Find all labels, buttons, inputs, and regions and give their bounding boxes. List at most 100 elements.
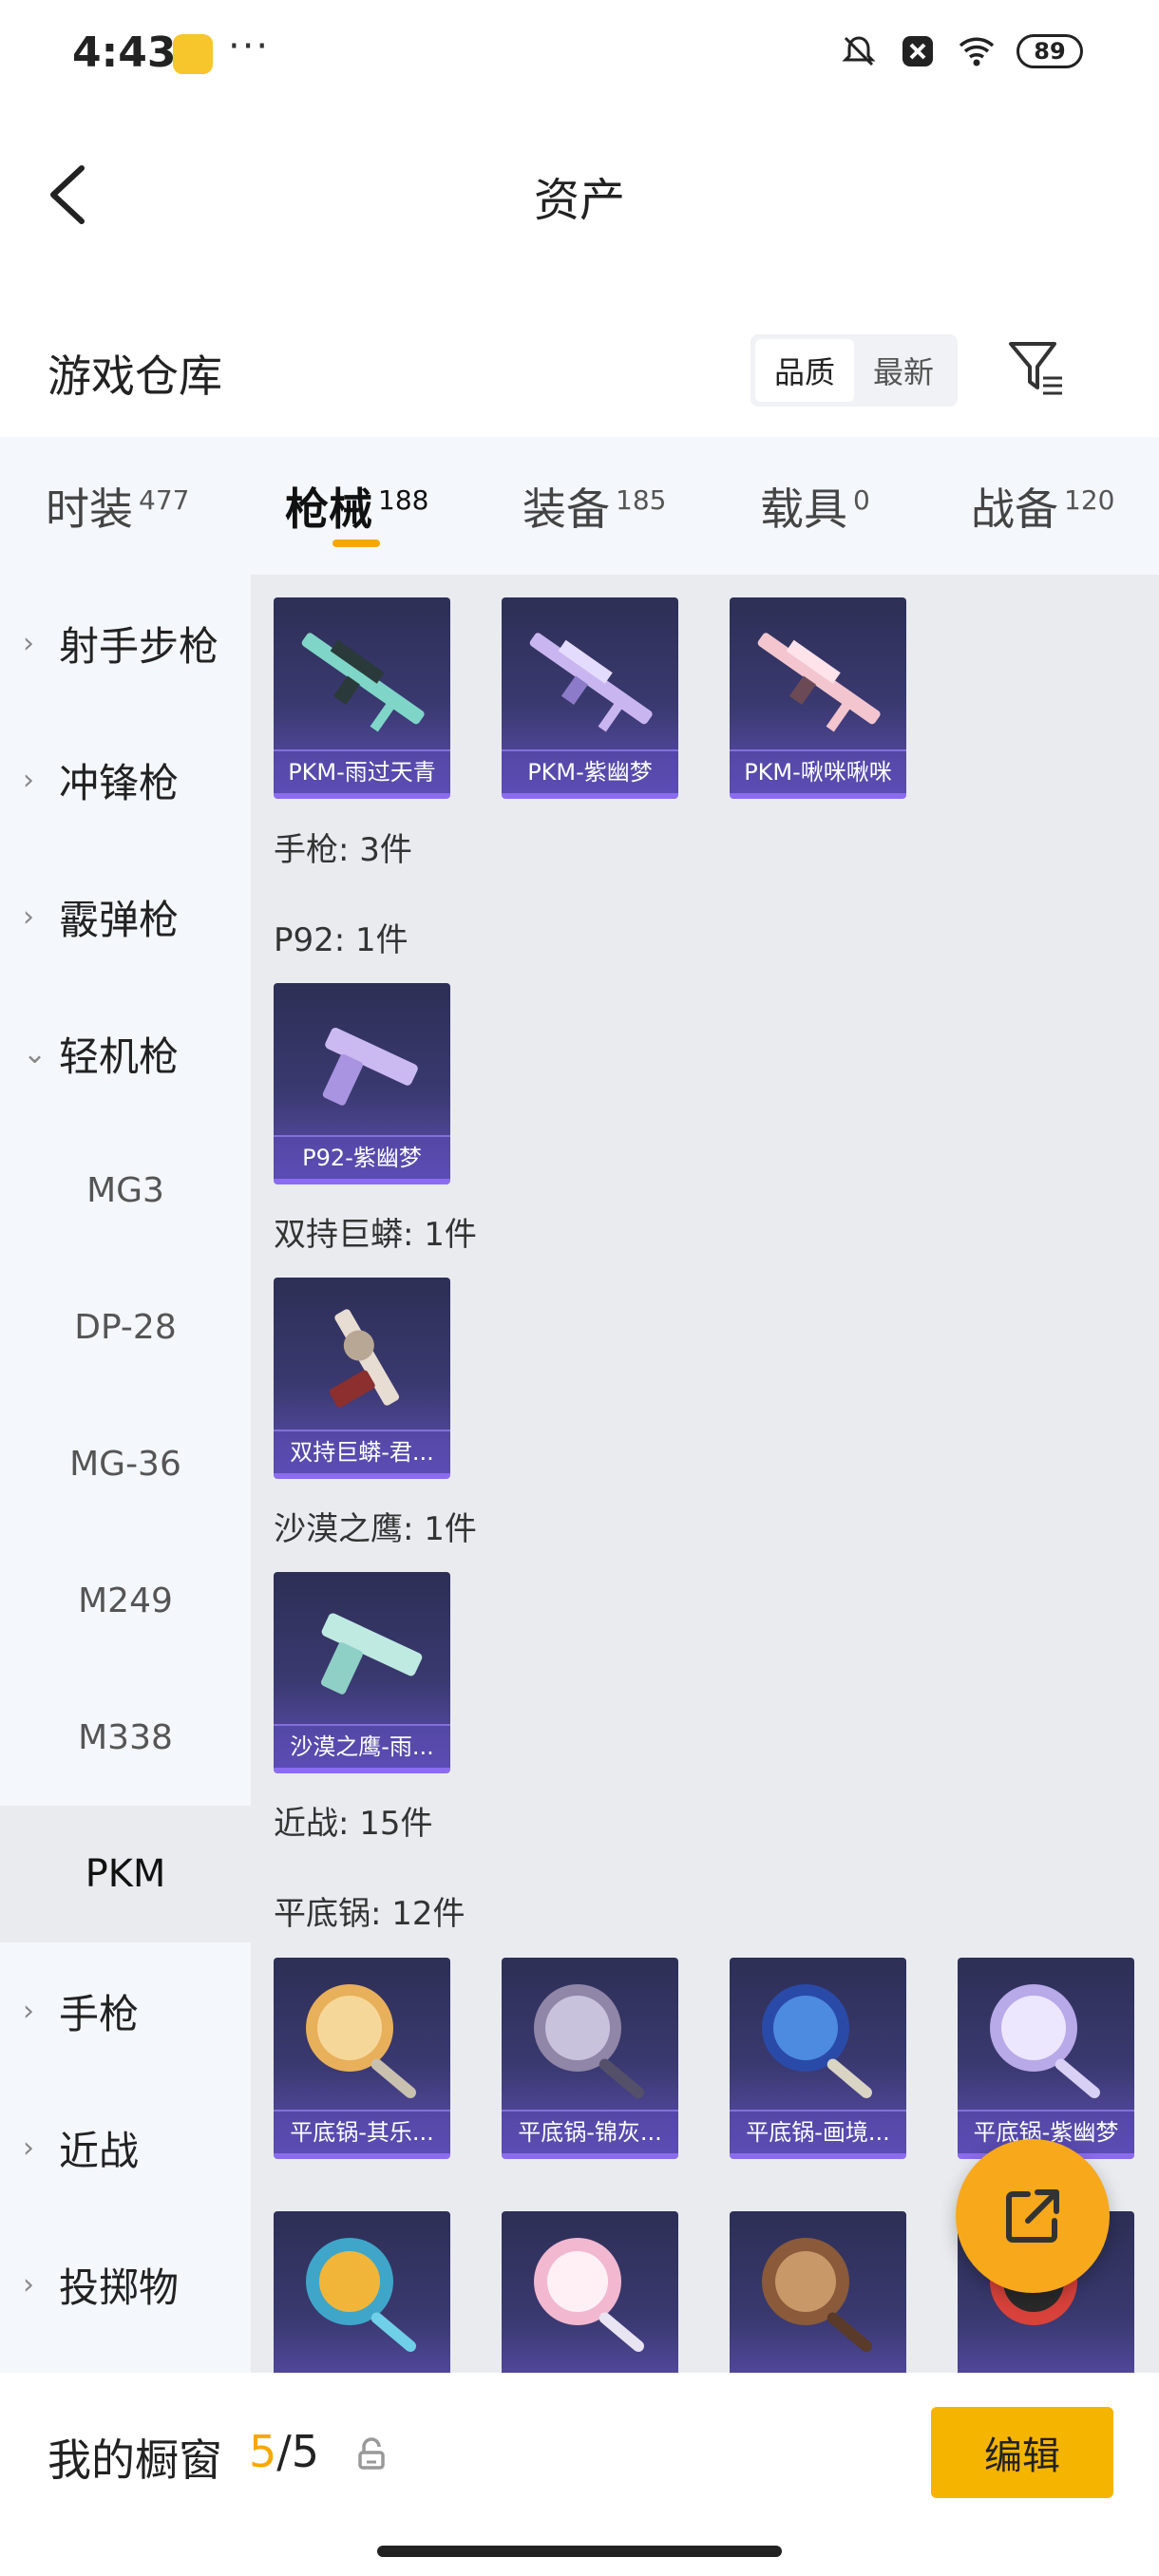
- showcase-used: 5: [249, 2426, 277, 2477]
- app-notification-icon: [173, 34, 213, 74]
- item-card[interactable]: PKM-雨过天青: [274, 597, 450, 799]
- sidebar-item-label: 冲锋枪: [59, 759, 180, 806]
- tab-count: 120: [1064, 484, 1115, 516]
- lock-icon: [358, 2437, 385, 2470]
- mute-icon: [842, 36, 876, 66]
- item-card[interactable]: 平底锅-紫幽梦: [958, 1958, 1134, 2159]
- frying-pan-skin-icon: [534, 2238, 644, 2353]
- status-bar: 4:43 ··· 89: [0, 0, 1159, 109]
- item-card[interactable]: [730, 2211, 906, 2373]
- machine-gun-skin-icon: [757, 633, 881, 732]
- sidebar-item-throwable[interactable]: › 投掷物: [0, 2216, 251, 2353]
- frying-pan-skin-icon: [534, 1984, 644, 2099]
- showcase-separator: /: [276, 2426, 292, 2477]
- showcase-total: 5: [291, 2426, 320, 2477]
- sidebar-item-label: 投掷物: [59, 2263, 180, 2311]
- sidebar-item-smg[interactable]: › 冲锋枪: [0, 711, 251, 848]
- item-name: P92-紫幽梦: [274, 1135, 450, 1179]
- tab-equipment[interactable]: 装备 185: [522, 475, 666, 538]
- sidebar-sub-m338[interactable]: M338: [0, 1669, 251, 1806]
- showcase-bar: 我的橱窗 5/5 编辑: [0, 2373, 1159, 2576]
- item-name: 平底锅-画境...: [730, 2110, 906, 2153]
- filter-icon[interactable]: [1007, 338, 1068, 399]
- sort-quality-button[interactable]: 品质: [755, 339, 854, 402]
- item-card[interactable]: 双持巨蟒-君...: [274, 1278, 450, 1479]
- item-card[interactable]: 平底锅-画境...: [730, 1958, 906, 2159]
- section-label-desert-eagle: 沙漠之鹰: 1件: [274, 1510, 477, 1548]
- item-card[interactable]: 平底锅-其乐...: [274, 1958, 450, 2159]
- item-name: PKM-啾咪啾咪: [730, 749, 906, 793]
- sidebar-item-label: 轻机枪: [59, 1032, 180, 1080]
- item-name: 平底锅-其乐...: [274, 2110, 450, 2153]
- sidebar-sub-mg36[interactable]: MG-36: [0, 1395, 251, 1532]
- sidebar-sub-m249[interactable]: M249: [0, 1532, 251, 1669]
- sidebar-item-label: 霰弹枪: [59, 896, 180, 943]
- sidebar-sub-dp28[interactable]: DP-28: [0, 1259, 251, 1395]
- battery-level: 89: [1034, 38, 1066, 65]
- sidebar-item-pistol[interactable]: › 手枪: [0, 1942, 251, 2079]
- sidebar-item-lmg[interactable]: ⌄ 轻机枪: [0, 985, 251, 1122]
- more-notifications-icon: ···: [228, 25, 271, 68]
- sidebar-item-label: 手枪: [59, 1990, 140, 2037]
- status-icons: 89: [840, 32, 1083, 70]
- section-label-dual-python: 双持巨蟒: 1件: [274, 1216, 477, 1254]
- warehouse-row: 游戏仓库 品质 最新: [0, 304, 1159, 437]
- share-fab-button[interactable]: [956, 2139, 1110, 2293]
- chevron-right-icon: ›: [23, 2267, 34, 2301]
- status-time: 4:43: [72, 28, 177, 77]
- sim-off-icon: [902, 36, 933, 66]
- item-card[interactable]: [274, 2211, 450, 2373]
- item-card[interactable]: PKM-紫幽梦: [502, 597, 678, 799]
- sidebar-sub-mg3[interactable]: MG3: [0, 1122, 251, 1259]
- wifi-icon: [959, 37, 995, 66]
- item-name: 沙漠之鹰-雨...: [274, 1724, 450, 1768]
- tab-active-indicator: [332, 540, 380, 547]
- section-label-pistol: 手枪: 3件: [274, 831, 412, 869]
- chevron-right-icon: ›: [23, 900, 34, 934]
- machine-gun-skin-icon: [529, 633, 653, 732]
- sidebar-sub-pkm[interactable]: PKM: [0, 1806, 251, 1942]
- item-card[interactable]: P92-紫幽梦: [274, 983, 450, 1184]
- chevron-right-icon: ›: [23, 1994, 34, 2028]
- tab-label: 战备: [971, 483, 1058, 535]
- sidebar-item-marksman-rifle[interactable]: › 射手步枪: [0, 575, 251, 711]
- edit-button[interactable]: 编辑: [931, 2407, 1113, 2498]
- tab-label: 时装: [46, 483, 133, 535]
- category-tabs: 时装 477 枪械 188 装备 185 载具 0 战备 120: [0, 437, 1159, 575]
- tab-firearms[interactable]: 枪械 188: [285, 475, 428, 538]
- sidebar-item-label: 近战: [59, 2127, 140, 2174]
- frying-pan-skin-icon: [306, 1984, 416, 2099]
- sort-toggle: 品质 最新: [750, 334, 958, 407]
- share-external-icon: [1006, 2189, 1059, 2243]
- pistol-skin-icon: [322, 1027, 418, 1106]
- sort-newest-button[interactable]: 最新: [854, 339, 953, 402]
- item-card[interactable]: 沙漠之鹰-雨...: [274, 1572, 450, 1773]
- item-card[interactable]: PKM-啾咪啾咪: [730, 597, 906, 799]
- tab-supplies[interactable]: 战备 120: [971, 475, 1114, 538]
- section-label-melee: 近战: 15件: [274, 1805, 433, 1843]
- tab-count: 477: [139, 484, 190, 516]
- tab-fashion[interactable]: 时装 477: [46, 475, 189, 538]
- tab-label: 载具: [760, 483, 847, 535]
- item-card[interactable]: 平底锅-锦灰...: [502, 1958, 678, 2159]
- item-card[interactable]: [502, 2211, 678, 2373]
- tab-vehicles[interactable]: 载具 0: [760, 475, 870, 538]
- frying-pan-skin-icon: [990, 1984, 1100, 2099]
- frying-pan-skin-icon: [762, 2238, 872, 2353]
- warehouse-title: 游戏仓库: [48, 350, 222, 402]
- sidebar: › 射手步枪 › 冲锋枪 › 霰弹枪 ⌄ 轻机枪 MG3 DP-28 MG-36 M24…: [0, 575, 251, 2373]
- sidebar-item-melee[interactable]: › 近战: [0, 2079, 251, 2216]
- sidebar-item-shotgun[interactable]: › 霰弹枪: [0, 848, 251, 985]
- showcase-count: 5/5: [249, 2426, 319, 2477]
- tab-count: 185: [616, 484, 667, 516]
- machine-gun-skin-icon: [301, 633, 425, 732]
- tab-count: 0: [853, 484, 870, 516]
- frying-pan-skin-icon: [306, 2238, 416, 2353]
- item-grid: PKM-雨过天青 PKM-紫幽梦 PKM-啾咪啾咪 手枪: 3件 P92: 1件…: [251, 575, 1159, 2373]
- frying-pan-skin-icon: [762, 1984, 872, 2099]
- sidebar-item-label: 射手步枪: [59, 622, 219, 670]
- home-indicator[interactable]: [377, 2546, 782, 2557]
- item-name: 平底锅-锦灰...: [502, 2110, 678, 2153]
- chevron-right-icon: ›: [23, 763, 34, 797]
- section-label-p92: P92: 1件: [274, 921, 408, 959]
